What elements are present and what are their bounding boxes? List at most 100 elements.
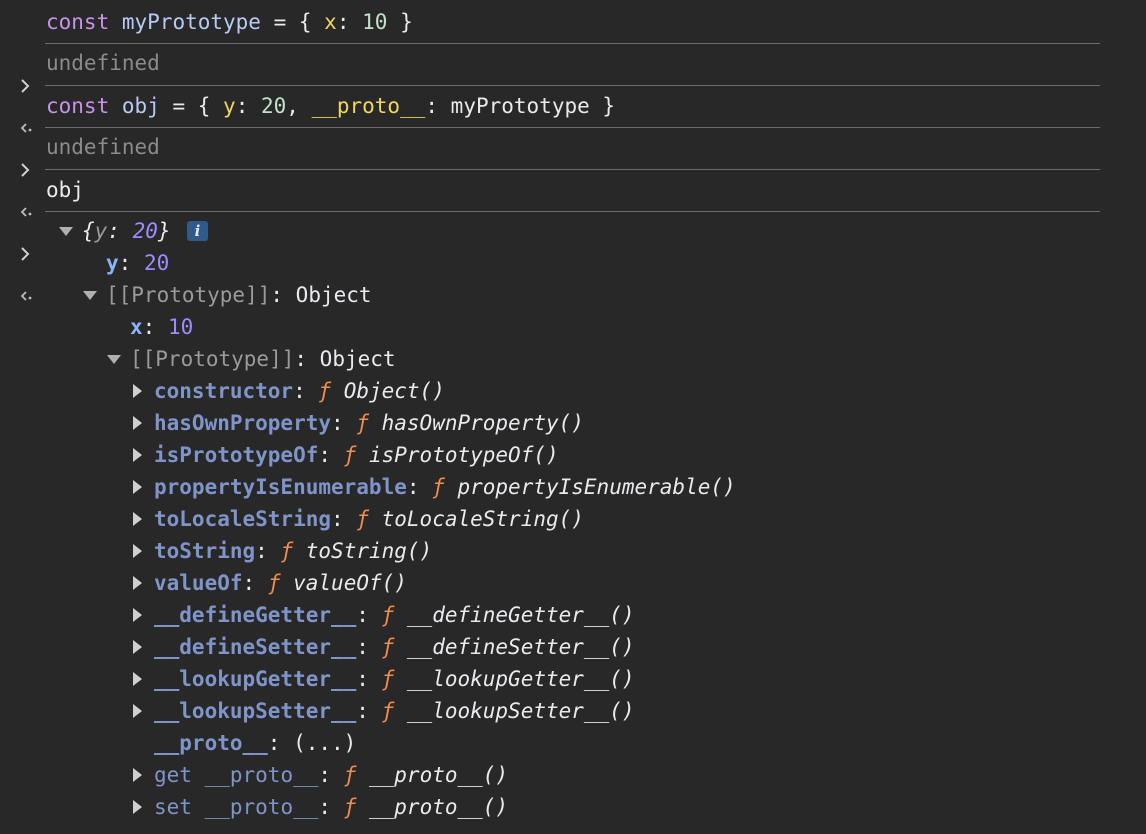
- divider: [45, 85, 1100, 86]
- tree-method-row[interactable]: __defineSetter__: ƒ __defineSetter__(): [0, 631, 1146, 663]
- punctuation: :: [107, 219, 133, 243]
- punctuation: :: [318, 443, 344, 467]
- divider: [45, 211, 1100, 212]
- property-key: x: [130, 315, 143, 339]
- function-signature: propertyIsEnumerable(): [457, 475, 736, 499]
- accessor-prefix: get: [154, 763, 192, 787]
- function-signature: __proto__(): [369, 795, 509, 819]
- function-icon: ƒ: [356, 507, 369, 531]
- input-prompt-icon: [18, 174, 38, 261]
- tree-method-row[interactable]: __defineGetter__: ƒ __defineGetter__(): [0, 599, 1146, 631]
- object-key: y: [223, 94, 236, 118]
- divider: [45, 127, 1100, 128]
- input-prompt-icon: [18, 6, 38, 93]
- function-signature: __defineSetter__(): [406, 635, 635, 659]
- object-preview-row[interactable]: {y: 20} i: [0, 215, 1146, 301]
- triangle-right-icon[interactable]: [133, 567, 142, 599]
- tree-prototype-row[interactable]: [[Prototype]]: Object: [0, 343, 1146, 375]
- triangle-right-icon[interactable]: [133, 759, 142, 791]
- info-badge-label: i: [187, 221, 208, 241]
- punctuation: :: [318, 763, 344, 787]
- punctuation: :: [255, 539, 281, 563]
- method-name: valueOf: [154, 571, 243, 595]
- property-value: 20: [143, 251, 170, 275]
- triangle-down-icon[interactable]: [107, 343, 121, 375]
- triangle-right-icon[interactable]: [133, 631, 142, 663]
- tree-method-row[interactable]: toString: ƒ toString(): [0, 535, 1146, 567]
- number-literal: 10: [362, 10, 388, 34]
- punctuation: :: [235, 94, 261, 118]
- function-icon: ƒ: [318, 379, 332, 403]
- triangle-right-icon[interactable]: [133, 535, 142, 567]
- property-key: __proto__: [204, 795, 319, 819]
- object-key: __proto__: [311, 94, 426, 118]
- tree-setter-row[interactable]: set __proto__: ƒ __proto__(): [0, 791, 1146, 823]
- tree-getter-row[interactable]: get __proto__: ƒ __proto__(): [0, 759, 1146, 791]
- punctuation: :: [118, 251, 144, 275]
- punctuation: :: [242, 571, 268, 595]
- tree-method-row[interactable]: toLocaleString: ƒ toLocaleString(): [0, 503, 1146, 535]
- console-output-line: undefined: [0, 47, 160, 133]
- punctuation: :: [336, 10, 363, 34]
- input-prompt-icon: [18, 90, 38, 177]
- console-input-code: const myPrototype = { x: 10 }: [46, 6, 413, 38]
- console-input-code: obj: [46, 178, 84, 202]
- output-value: undefined: [46, 135, 160, 159]
- console-input-line[interactable]: const myPrototype = { x: 10 }: [0, 6, 413, 93]
- tree-method-row[interactable]: __lookupGetter__: ƒ __lookupGetter__(): [0, 663, 1146, 695]
- punctuation: ,: [286, 94, 312, 118]
- triangle-right-icon[interactable]: [133, 791, 142, 823]
- tree-accessor-row[interactable]: __proto__: (...): [0, 727, 356, 759]
- tree-method-row[interactable]: hasOwnProperty: ƒ hasOwnProperty(): [0, 407, 1146, 439]
- property-key: __proto__: [204, 763, 319, 787]
- tree-method-row[interactable]: __lookupSetter__: ƒ __lookupSetter__(): [0, 695, 1146, 727]
- console-input-line[interactable]: const obj = { y: 20, __proto__: myProtot…: [0, 90, 615, 177]
- method-name: __defineGetter__: [154, 603, 357, 627]
- method-name: constructor: [154, 379, 294, 403]
- variable-reference: myPrototype: [450, 94, 590, 118]
- console-input-code: const obj = { y: 20, __proto__: myProtot…: [46, 90, 615, 122]
- info-icon[interactable]: i: [175, 215, 208, 247]
- triangle-right-icon[interactable]: [133, 503, 142, 535]
- tree-method-row[interactable]: isPrototypeOf: ƒ isPrototypeOf(): [0, 439, 1146, 471]
- property-key: y: [106, 251, 119, 275]
- triangle-right-icon[interactable]: [133, 407, 142, 439]
- triangle-down-icon[interactable]: [59, 215, 73, 247]
- function-signature: toString(): [305, 539, 433, 563]
- internal-slot-label: [[Prototype]]: [130, 347, 295, 371]
- console-input-line[interactable]: obj: [0, 174, 84, 261]
- return-arrow-icon: [18, 131, 38, 217]
- punctuation: :: [425, 94, 451, 118]
- lazy-value[interactable]: (...): [293, 731, 356, 755]
- variable-name: myPrototype: [121, 10, 261, 34]
- method-name: hasOwnProperty: [154, 411, 332, 435]
- function-signature: valueOf(): [293, 571, 407, 595]
- tree-method-row[interactable]: valueOf: ƒ valueOf(): [0, 567, 1146, 599]
- punctuation: :: [294, 347, 320, 371]
- console-output-line: undefined: [0, 131, 160, 217]
- keyword: const: [46, 94, 110, 118]
- brace: }: [157, 219, 171, 243]
- tree-method-row[interactable]: constructor: ƒ Object(): [0, 375, 1146, 407]
- function-signature: __defineGetter__(): [406, 603, 635, 627]
- triangle-right-icon[interactable]: [133, 375, 142, 407]
- preview-key: y: [94, 219, 108, 243]
- punctuation: :: [356, 667, 382, 691]
- number-literal: 20: [260, 94, 287, 118]
- punctuation: :: [293, 379, 319, 403]
- triangle-down-icon[interactable]: [83, 279, 97, 311]
- function-signature: hasOwnProperty(): [381, 411, 584, 435]
- tree-method-row[interactable]: propertyIsEnumerable: ƒ propertyIsEnumer…: [0, 471, 1146, 503]
- triangle-right-icon[interactable]: [133, 663, 142, 695]
- punctuation: :: [356, 635, 382, 659]
- triangle-right-icon[interactable]: [133, 695, 142, 727]
- function-icon: ƒ: [356, 411, 369, 435]
- tree-prototype-row[interactable]: [[Prototype]]: Object: [0, 279, 1146, 311]
- brace: {: [82, 219, 95, 243]
- triangle-right-icon[interactable]: [133, 439, 142, 471]
- function-icon: ƒ: [432, 475, 445, 499]
- punctuation: }: [589, 94, 616, 118]
- tree-property-row: x: 10: [0, 311, 193, 343]
- triangle-right-icon[interactable]: [133, 471, 142, 503]
- triangle-right-icon[interactable]: [133, 599, 142, 631]
